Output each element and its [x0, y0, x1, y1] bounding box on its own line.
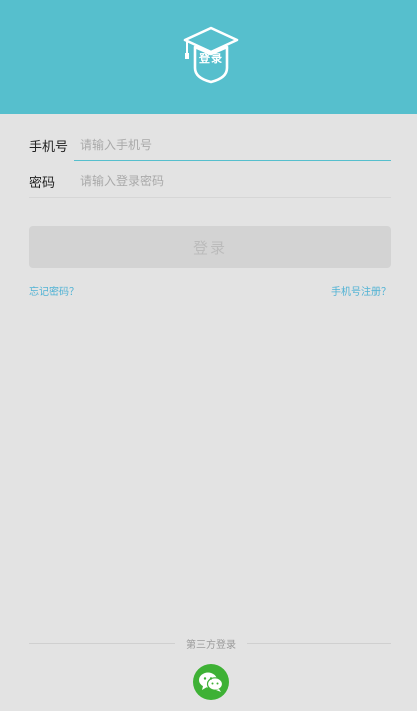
- divider-line-right: [247, 643, 391, 644]
- password-input[interactable]: [73, 163, 391, 199]
- password-row: 密码: [29, 163, 391, 199]
- logo-text: 登录: [199, 52, 223, 65]
- header-bar: 登录: [0, 0, 417, 114]
- third-party-divider: 第三方登录: [29, 636, 391, 652]
- register-link[interactable]: 手机号注册？: [331, 283, 391, 298]
- phone-label: 手机号: [29, 139, 69, 155]
- wechat-login-button[interactable]: [193, 664, 229, 700]
- phone-row: 手机号: [29, 127, 391, 163]
- wechat-icon: [199, 672, 224, 692]
- login-button[interactable]: 登录: [29, 226, 391, 268]
- divider-line-left: [29, 643, 175, 644]
- password-underline: [29, 197, 391, 198]
- phone-input[interactable]: [73, 127, 391, 163]
- password-label: 密码: [29, 175, 56, 191]
- third-party-label: 第三方登录: [186, 640, 236, 651]
- phone-underline: [74, 160, 391, 161]
- forgot-password-link[interactable]: 忘记密码？: [29, 283, 79, 298]
